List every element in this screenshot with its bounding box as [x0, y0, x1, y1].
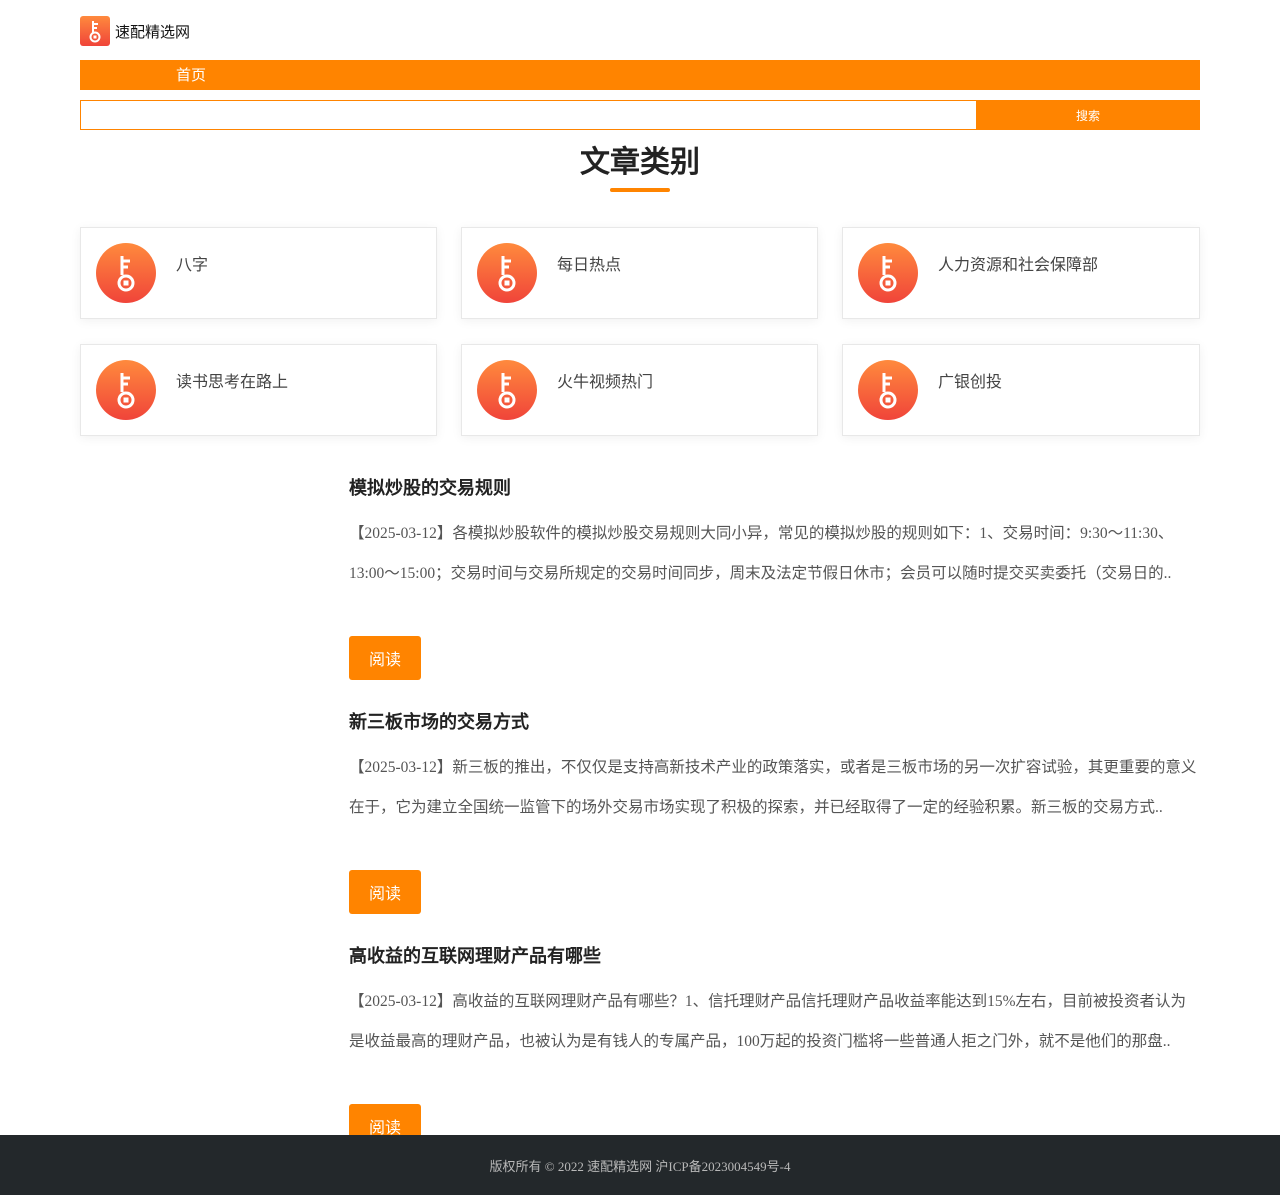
- category-card[interactable]: 每日热点: [461, 227, 818, 319]
- category-card[interactable]: 人力资源和社会保障部: [842, 227, 1200, 319]
- category-label: 每日热点: [557, 255, 622, 274]
- site-footer: 版权所有 © 2022 速配精选网 沪ICP备2023004549号-4: [0, 1135, 1280, 1195]
- footer-copyright: 版权所有 © 2022 速配精选网 沪ICP备2023004549号-4: [489, 1158, 791, 1174]
- article-item: 模拟炒股的交易规则 【2025-03-12】各模拟炒股软件的模拟炒股交易规则大同…: [349, 476, 1200, 680]
- article-list: 模拟炒股的交易规则 【2025-03-12】各模拟炒股软件的模拟炒股交易规则大同…: [349, 476, 1200, 1178]
- read-button[interactable]: 阅读: [349, 636, 421, 680]
- category-label: 八字: [176, 255, 209, 274]
- category-label: 读书思考在路上: [176, 372, 289, 391]
- read-button[interactable]: 阅读: [349, 870, 421, 914]
- category-card[interactable]: 读书思考在路上: [80, 344, 437, 436]
- section-title: 文章类别: [580, 145, 700, 180]
- key-icon: [858, 243, 918, 303]
- site-name[interactable]: 速配精选网: [115, 21, 190, 42]
- category-grid: 八字 每日热点 人力资源和社会保障部 读书思考在路上 火牛视频热门 广银创投: [80, 227, 1200, 436]
- article-excerpt: 【2025-03-12】新三板的推出，不仅仅是支持高新技术产业的政策落实，或者是…: [349, 759, 1197, 816]
- key-icon: [477, 243, 537, 303]
- key-icon: [96, 360, 156, 420]
- article-item: 新三板市场的交易方式 【2025-03-12】新三板的推出，不仅仅是支持高新技术…: [349, 710, 1200, 914]
- search-input[interactable]: [81, 101, 976, 129]
- category-label: 人力资源和社会保障部: [938, 255, 1099, 274]
- key-icon: [96, 243, 156, 303]
- category-card[interactable]: 广银创投: [842, 344, 1200, 436]
- article-title[interactable]: 高收益的互联网理财产品有哪些: [349, 944, 1200, 970]
- article-item: 高收益的互联网理财产品有哪些 【2025-03-12】高收益的互联网理财产品有哪…: [349, 944, 1200, 1148]
- key-icon[interactable]: [80, 16, 110, 46]
- nav-item-home[interactable]: 首页: [176, 60, 206, 90]
- main-nav: 首页: [80, 60, 1200, 90]
- article-title[interactable]: 新三板市场的交易方式: [349, 710, 1200, 736]
- categories-heading: 文章类别: [80, 142, 1200, 192]
- article-excerpt: 【2025-03-12】各模拟炒股软件的模拟炒股交易规则大同小异，常见的模拟炒股…: [349, 525, 1174, 582]
- category-label: 火牛视频热门: [557, 372, 654, 391]
- key-icon: [477, 360, 537, 420]
- search-button[interactable]: 搜索: [976, 100, 1200, 130]
- article-title[interactable]: 模拟炒股的交易规则: [349, 476, 1200, 502]
- key-icon: [858, 360, 918, 420]
- site-header: 速配精选网: [80, 15, 1200, 47]
- article-excerpt: 【2025-03-12】高收益的互联网理财产品有哪些？1、信托理财产品信托理财产…: [349, 993, 1186, 1050]
- category-card[interactable]: 火牛视频热门: [461, 344, 818, 436]
- category-label: 广银创投: [938, 372, 1003, 391]
- category-card[interactable]: 八字: [80, 227, 437, 319]
- search-bar: 搜索: [80, 100, 1200, 130]
- title-underline: [610, 188, 670, 192]
